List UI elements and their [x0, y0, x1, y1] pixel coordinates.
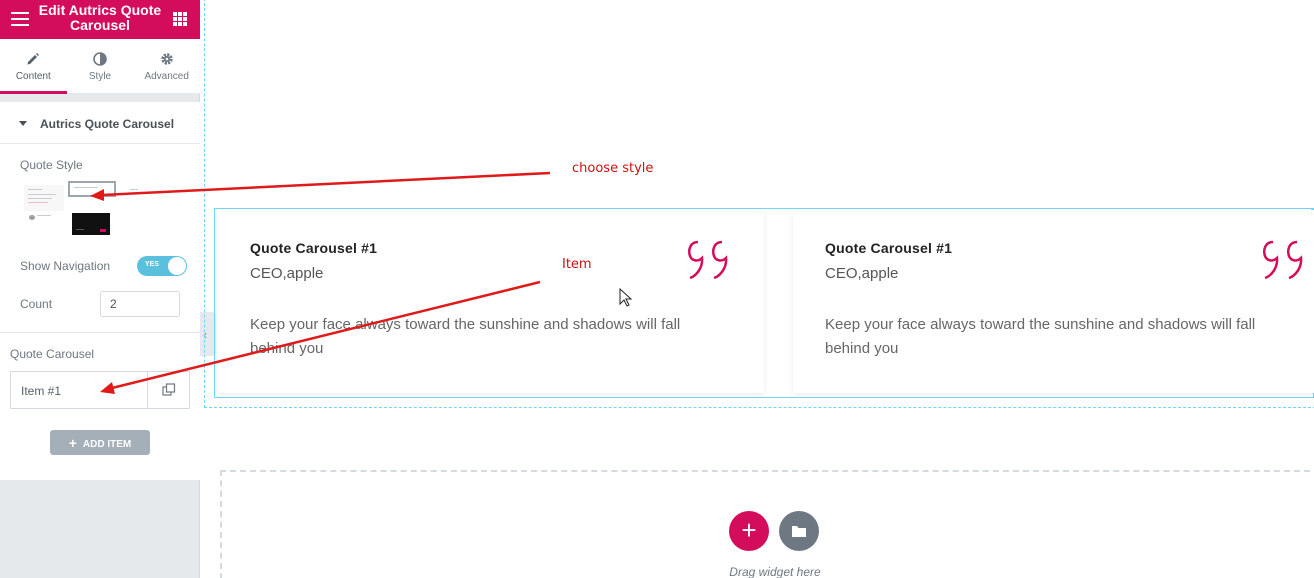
tab-label: Style [88, 71, 112, 82]
quote-style-label: Quote Style [20, 158, 83, 172]
widgets-grid-icon[interactable] [173, 12, 187, 26]
tab-advanced[interactable]: Advanced [133, 39, 200, 93]
add-section-button[interactable]: + [729, 511, 769, 551]
quote-title: Quote Carousel #1 [825, 240, 953, 256]
quote-style-picker [24, 181, 144, 241]
tab-content[interactable]: Content [0, 39, 67, 94]
duplicate-item-button[interactable] [147, 372, 189, 408]
tab-label: Content [15, 71, 51, 82]
tab-style[interactable]: Style [67, 39, 134, 93]
add-template-button[interactable] [779, 511, 819, 551]
style-option-2[interactable] [68, 181, 116, 197]
quote-title: Quote Carousel #1 [250, 240, 378, 256]
panel-header: Edit Autrics Quote Carousel [0, 0, 200, 39]
count-label: Count [20, 297, 53, 311]
quote-mark-icon [688, 240, 728, 280]
show-navigation-toggle[interactable]: YES [137, 256, 187, 276]
preview-canvas: Quote Carousel #1 CEO,apple Keep your fa… [201, 0, 1314, 578]
repeater-item-title[interactable]: Item #1 [21, 384, 61, 398]
tab-label: Advanced [144, 71, 189, 82]
duplicate-icon [162, 383, 176, 396]
show-navigation-label: Show Navigation [20, 259, 111, 273]
add-item-button[interactable]: + ADD ITEM [50, 430, 150, 455]
add-item-label: ADD ITEM [82, 438, 132, 450]
style-option-5[interactable] [72, 213, 110, 235]
caret-down-icon [19, 121, 27, 126]
panel-tabs: Content Style Advanced [0, 39, 200, 94]
plus-icon: + [68, 434, 77, 451]
folder-icon [792, 526, 806, 537]
panel-title: Edit Autrics Quote Carousel [38, 2, 162, 33]
content-controls: Autrics Quote Carousel Quote Style Show … [0, 102, 200, 480]
quote-mark-icon [1263, 240, 1303, 280]
contrast-icon [93, 52, 107, 66]
hamburger-menu-icon[interactable] [11, 12, 29, 26]
quote-card: Quote Carousel #1 CEO,apple Keep your fa… [793, 210, 1314, 393]
quote-role: CEO,apple [825, 265, 899, 282]
plus-icon: + [741, 515, 757, 545]
dropzone-hint: Drag widget here [729, 565, 821, 578]
style-option-1[interactable] [24, 185, 64, 211]
section-title: Autrics Quote Carousel [40, 117, 175, 131]
style-option-3[interactable] [128, 185, 142, 195]
divider [0, 332, 200, 333]
toggle-knob [168, 257, 186, 275]
pencil-icon [27, 53, 40, 65]
count-input[interactable] [100, 291, 180, 317]
editor-panel: Edit Autrics Quote Carousel Content Styl… [0, 0, 200, 578]
toggle-state-label: YES [145, 261, 160, 268]
gear-icon [160, 53, 173, 65]
quote-text: Keep your face always toward the sunshin… [825, 316, 1256, 357]
repeater-item: Item #1 [10, 371, 190, 409]
quote-carousel-label: Quote Carousel [10, 347, 95, 361]
quote-role: CEO,apple [250, 265, 324, 282]
quote-text: Keep your face always toward the sunshin… [250, 316, 681, 357]
section-toggle[interactable]: Autrics Quote Carousel [0, 102, 200, 144]
quote-card: Quote Carousel #1 CEO,apple Keep your fa… [218, 210, 764, 393]
style-option-4[interactable] [27, 211, 55, 225]
